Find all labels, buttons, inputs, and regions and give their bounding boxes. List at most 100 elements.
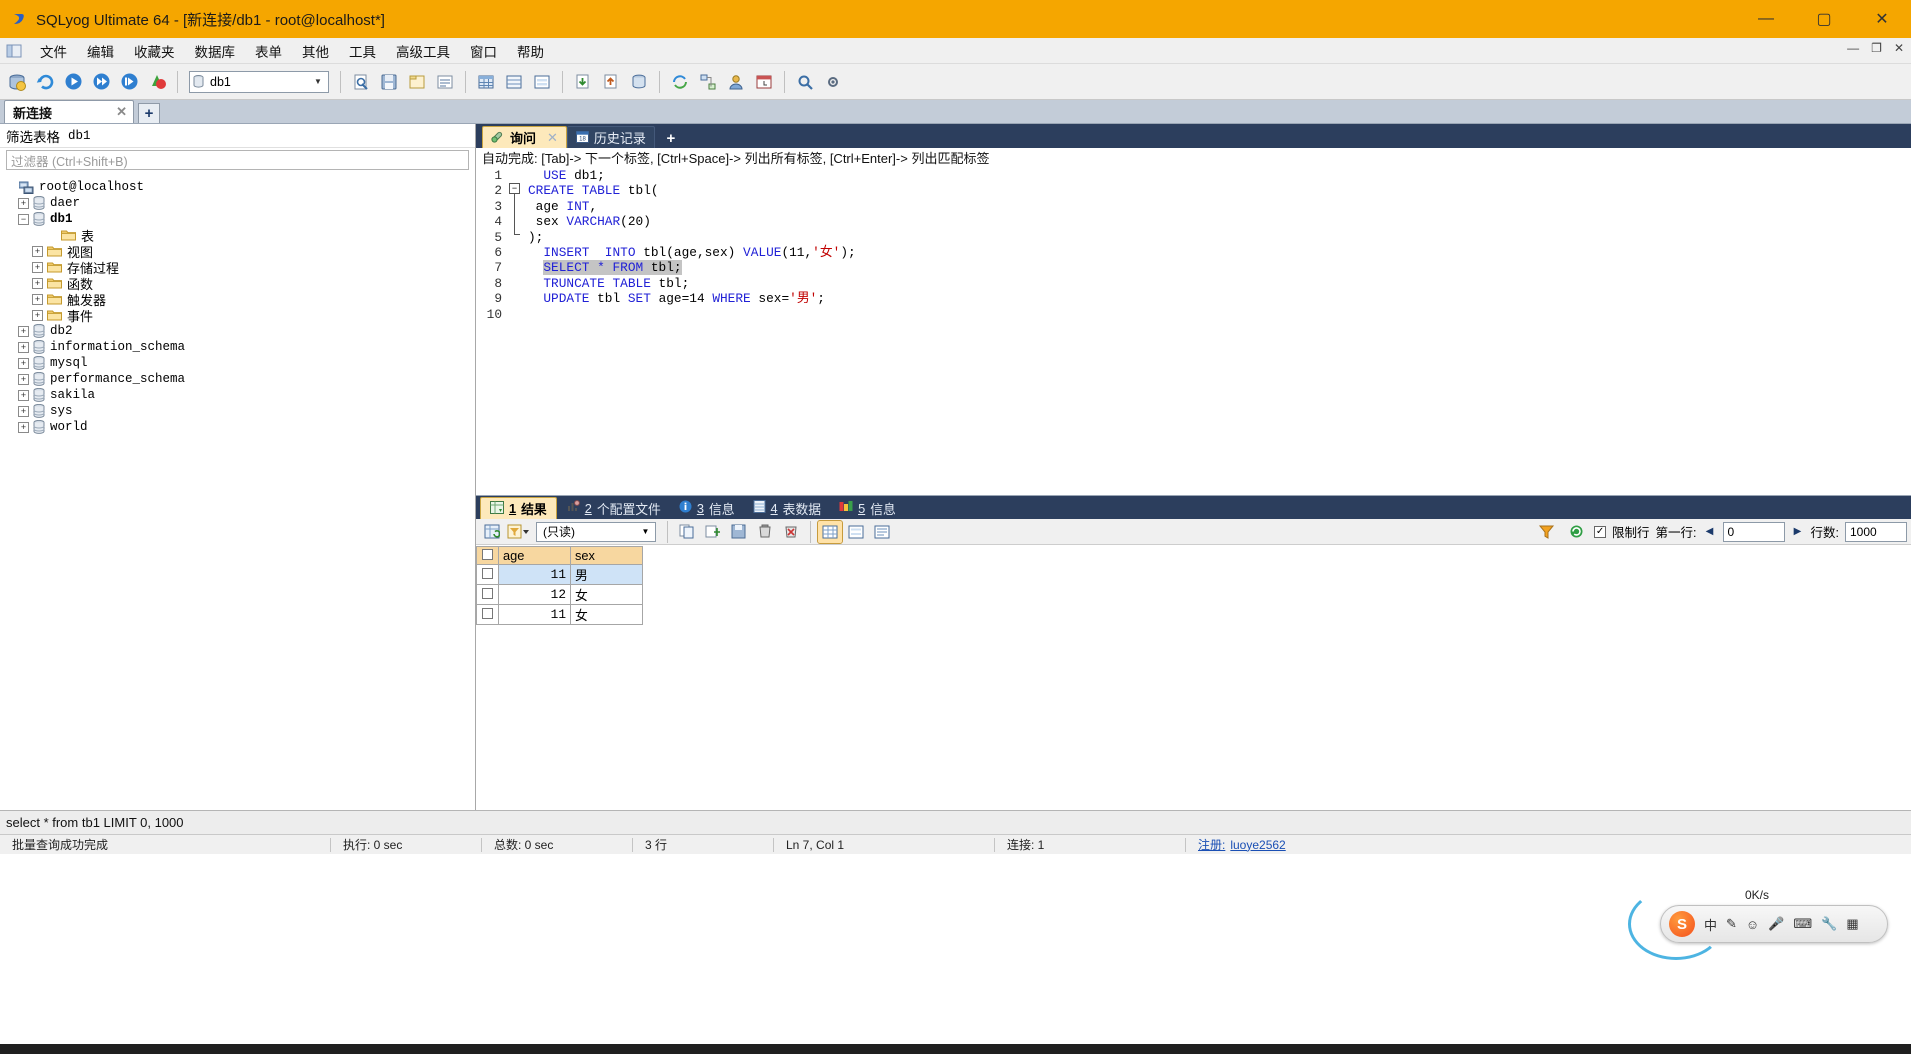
- refresh-grid-icon[interactable]: [1564, 521, 1588, 543]
- result-tab-1[interactable]: 1 结果: [480, 497, 557, 519]
- ime-emoji-icon[interactable]: ☺: [1746, 917, 1759, 932]
- grid-save-icon[interactable]: [727, 521, 751, 543]
- rows-count-input[interactable]: 1000: [1845, 521, 1907, 542]
- code-fold-column[interactable]: −: [506, 166, 524, 495]
- execute-all-icon[interactable]: [88, 69, 114, 95]
- text-view-mode-icon[interactable]: [870, 521, 894, 543]
- column-header-sex[interactable]: sex: [570, 546, 643, 565]
- fold-toggle-icon[interactable]: −: [509, 183, 520, 194]
- expand-icon[interactable]: +: [32, 309, 43, 321]
- menu-other[interactable]: 其他: [292, 38, 339, 64]
- menu-edit[interactable]: 编辑: [77, 38, 124, 64]
- tree-node[interactable]: + db2: [0, 323, 475, 339]
- row-select-cell[interactable]: [476, 584, 499, 605]
- preferences-icon[interactable]: [820, 69, 846, 95]
- cell-age[interactable]: 11: [498, 564, 571, 585]
- save-query-icon[interactable]: [376, 69, 402, 95]
- limit-rows-checkbox[interactable]: ✓: [1594, 525, 1607, 538]
- execute-current-icon[interactable]: [116, 69, 142, 95]
- backup-icon[interactable]: [626, 69, 652, 95]
- connection-tab[interactable]: 新连接 ✕: [4, 100, 134, 123]
- tree-node[interactable]: + 事件: [0, 307, 475, 324]
- execute-query-icon[interactable]: [60, 69, 86, 95]
- new-connection-icon[interactable]: [4, 69, 30, 95]
- result-tab-4[interactable]: 4 表数据: [744, 497, 831, 519]
- expand-icon[interactable]: +: [18, 421, 29, 433]
- expand-icon[interactable]: +: [32, 293, 43, 305]
- tree-node[interactable]: + sakila: [0, 387, 475, 403]
- menu-window[interactable]: 窗口: [460, 38, 507, 64]
- expand-icon[interactable]: +: [18, 357, 29, 369]
- menu-database[interactable]: 数据库: [185, 38, 246, 64]
- grid-copy-icon[interactable]: [675, 521, 699, 543]
- first-row-input[interactable]: 0: [1722, 521, 1785, 542]
- tree-node[interactable]: + daer: [0, 195, 475, 211]
- mdi-close[interactable]: ✕: [1891, 41, 1907, 55]
- expand-icon[interactable]: +: [18, 373, 29, 385]
- row-checkbox[interactable]: [482, 608, 493, 619]
- table-row[interactable]: 12 女: [476, 584, 643, 605]
- ime-toolbox-icon[interactable]: 🔧: [1821, 916, 1837, 932]
- menu-tools[interactable]: 工具: [339, 38, 386, 64]
- grid-view-icon[interactable]: [501, 69, 527, 95]
- column-header-age[interactable]: age: [498, 546, 571, 565]
- cell-sex[interactable]: 女: [570, 604, 643, 625]
- grid-view-mode-icon[interactable]: [817, 519, 843, 544]
- ime-pen-icon[interactable]: ✎: [1726, 916, 1737, 932]
- cell-age[interactable]: 12: [498, 584, 571, 605]
- result-grid[interactable]: age sex 11 男 12 女 11 女: [476, 546, 643, 625]
- stop-icon[interactable]: [144, 69, 170, 95]
- expand-icon[interactable]: +: [18, 405, 29, 417]
- open-query-icon[interactable]: [404, 69, 430, 95]
- menu-form[interactable]: 表单: [245, 38, 292, 64]
- cell-sex[interactable]: 女: [570, 584, 643, 605]
- query-tab-history[interactable]: 18 历史记录: [566, 126, 655, 148]
- tree-node[interactable]: + performance_schema: [0, 371, 475, 387]
- new-query-icon[interactable]: [348, 69, 374, 95]
- select-all-header[interactable]: [476, 546, 499, 565]
- grid-clear-icon[interactable]: [779, 521, 803, 543]
- tree-node[interactable]: + information_schema: [0, 339, 475, 355]
- tree-node[interactable]: root@localhost: [0, 179, 475, 195]
- menu-file[interactable]: 文件: [30, 38, 77, 64]
- next-page-button[interactable]: ▶: [1791, 523, 1805, 541]
- select-all-checkbox[interactable]: [482, 549, 493, 560]
- taskbar-icon-explorer[interactable]: [820, 1045, 842, 1053]
- taskbar-icon-browser[interactable]: [856, 1045, 878, 1053]
- filter-input[interactable]: 过滤器 (Ctrl+Shift+B): [6, 150, 469, 170]
- grid-mode-selector[interactable]: (只读) ▼: [536, 521, 656, 542]
- table-data-icon[interactable]: [473, 69, 499, 95]
- row-checkbox[interactable]: [482, 588, 493, 599]
- minimize-button[interactable]: —: [1737, 0, 1795, 38]
- grid-filter-dropdown-icon[interactable]: [506, 521, 530, 543]
- sync-icon[interactable]: [667, 69, 693, 95]
- cell-sex[interactable]: 男: [570, 564, 643, 585]
- ime-mic-icon[interactable]: 🎤: [1768, 916, 1784, 932]
- chevron-down-icon[interactable]: ▼: [638, 523, 653, 541]
- result-tab-5[interactable]: 5 信息: [830, 497, 905, 519]
- form-view-icon[interactable]: [529, 69, 555, 95]
- expand-icon[interactable]: +: [18, 325, 29, 337]
- maximize-button[interactable]: ▢: [1795, 0, 1853, 38]
- row-select-cell[interactable]: [476, 564, 499, 585]
- export-icon[interactable]: [598, 69, 624, 95]
- chevron-down-icon[interactable]: ▼: [310, 72, 326, 92]
- expand-icon[interactable]: +: [18, 389, 29, 401]
- tree-node[interactable]: + sys: [0, 403, 475, 419]
- close-button[interactable]: ✕: [1853, 0, 1911, 38]
- schema-designer-icon[interactable]: [695, 69, 721, 95]
- scheduler-icon[interactable]: [751, 69, 777, 95]
- sogou-logo-icon[interactable]: S: [1669, 911, 1695, 937]
- menu-advanced-tools[interactable]: 高级工具: [386, 38, 460, 64]
- tree-node[interactable]: + mysql: [0, 355, 475, 371]
- result-tab-3[interactable]: 3 信息: [670, 497, 744, 519]
- grid-refresh-icon[interactable]: [480, 521, 504, 543]
- user-manager-icon[interactable]: [723, 69, 749, 95]
- close-icon[interactable]: ✕: [547, 130, 558, 146]
- mdi-restore[interactable]: ❐: [1868, 41, 1885, 55]
- add-connection-tab-button[interactable]: +: [138, 103, 160, 123]
- ime-keyboard-icon[interactable]: ⌨: [1793, 916, 1812, 932]
- tree-node[interactable]: − db1: [0, 211, 475, 227]
- query-builder-icon[interactable]: [432, 69, 458, 95]
- sql-code[interactable]: USE db1; CREATE TABLE tbl( age INT, sex V…: [524, 166, 1911, 495]
